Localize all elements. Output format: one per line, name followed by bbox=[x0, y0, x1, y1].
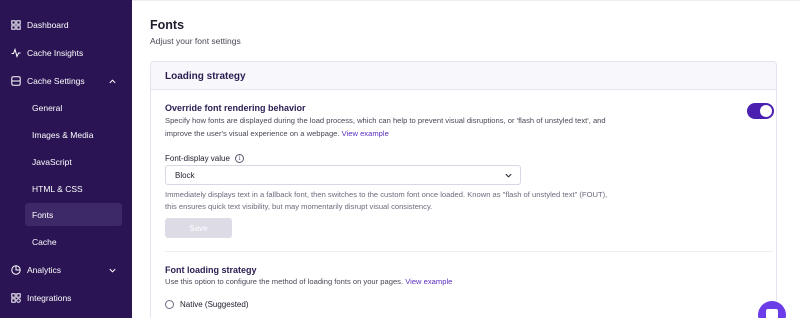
page-subtitle: Adjust your font settings bbox=[150, 36, 241, 46]
grid-icon bbox=[11, 293, 21, 303]
font-display-hint-line1: Immediately displays text in a fallback … bbox=[165, 190, 608, 199]
chevron-down-icon bbox=[505, 173, 512, 178]
sidebar-item-label: Dashboard bbox=[27, 20, 69, 30]
toggle-knob bbox=[760, 105, 772, 117]
radio-native[interactable]: Native (Suggested) bbox=[165, 300, 248, 309]
page-title: Fonts bbox=[150, 18, 185, 32]
panel-title: Loading strategy bbox=[165, 71, 246, 82]
font-display-hint-line2: this ensures quick text visibility, but … bbox=[165, 202, 433, 211]
sidebar-item-cache-insights[interactable]: Cache Insights bbox=[0, 41, 132, 65]
font-display-hint: Immediately displays text in a fallback … bbox=[165, 189, 685, 213]
override-description: Specify how fonts are displayed during t… bbox=[165, 115, 725, 140]
sidebar-item-integrations[interactable]: Integrations bbox=[0, 286, 132, 310]
font-loading-view-example-link[interactable]: View example bbox=[405, 277, 452, 286]
sidebar-item-dashboard[interactable]: Dashboard bbox=[0, 13, 132, 37]
sidebar-item-fonts[interactable]: Fonts bbox=[25, 203, 122, 226]
sidebar: Dashboard Cache Insights Cache Settings … bbox=[0, 0, 132, 318]
sidebar-item-label: General bbox=[32, 102, 63, 113]
font-display-label: Font-display value i bbox=[165, 154, 244, 163]
sidebar-item-cache-settings[interactable]: Cache Settings bbox=[0, 69, 132, 93]
font-loading-title: Font loading strategy bbox=[165, 265, 257, 275]
font-display-select[interactable]: Block bbox=[165, 165, 521, 185]
chat-icon bbox=[766, 309, 778, 318]
font-loading-description: Use this option to configure the method … bbox=[165, 276, 725, 289]
pie-chart-icon bbox=[11, 265, 21, 275]
sidebar-item-label: Integrations bbox=[27, 293, 72, 303]
panel-header: Loading strategy bbox=[151, 62, 776, 90]
dashboard-icon bbox=[11, 20, 21, 30]
override-description-line2: improve the user's visual experience on … bbox=[165, 128, 340, 138]
sidebar-item-html-css[interactable]: HTML & CSS bbox=[25, 177, 122, 200]
sidebar-item-label: Fonts bbox=[32, 209, 54, 220]
override-description-line1: Specify how fonts are displayed during t… bbox=[165, 116, 606, 125]
sidebar-item-label: Analytics bbox=[27, 265, 62, 275]
sidebar-item-label: JavaScript bbox=[32, 156, 72, 167]
info-icon[interactable]: i bbox=[234, 154, 244, 163]
sidebar-item-images-media[interactable]: Images & Media bbox=[25, 123, 122, 146]
save-button[interactable]: Save bbox=[165, 218, 232, 238]
loading-strategy-panel: Loading strategy Override font rendering… bbox=[150, 61, 777, 318]
sidebar-item-general[interactable]: General bbox=[25, 96, 122, 119]
font-loading-description-text: Use this option to configure the method … bbox=[165, 277, 404, 286]
font-display-selected-value: Block bbox=[175, 171, 195, 180]
radio-native-label: Native (Suggested) bbox=[180, 300, 249, 309]
radio-button[interactable] bbox=[165, 300, 174, 309]
activity-icon bbox=[11, 48, 21, 58]
sidebar-item-analytics[interactable]: Analytics bbox=[0, 258, 132, 282]
sidebar-item-label: Cache Settings bbox=[27, 76, 85, 86]
sidebar-item-label: Images & Media bbox=[32, 129, 94, 140]
override-toggle[interactable] bbox=[747, 103, 774, 119]
sidebar-item-label: HTML & CSS bbox=[32, 183, 83, 194]
sidebar-item-javascript[interactable]: JavaScript bbox=[25, 150, 122, 173]
override-view-example-link[interactable]: View example bbox=[342, 129, 389, 138]
font-display-label-text: Font-display value bbox=[165, 154, 230, 163]
sidebar-item-label: Cache bbox=[32, 236, 57, 247]
main-content: Fonts Adjust your font settings Loading … bbox=[132, 0, 800, 318]
sidebar-item-cache[interactable]: Cache bbox=[25, 230, 122, 253]
sidebar-item-label: Cache Insights bbox=[27, 48, 84, 58]
override-title: Override font rendering behavior bbox=[165, 103, 306, 113]
chevron-down-icon bbox=[109, 268, 116, 273]
layers-icon bbox=[11, 76, 21, 86]
chevron-up-icon bbox=[109, 78, 116, 83]
divider bbox=[165, 251, 773, 252]
